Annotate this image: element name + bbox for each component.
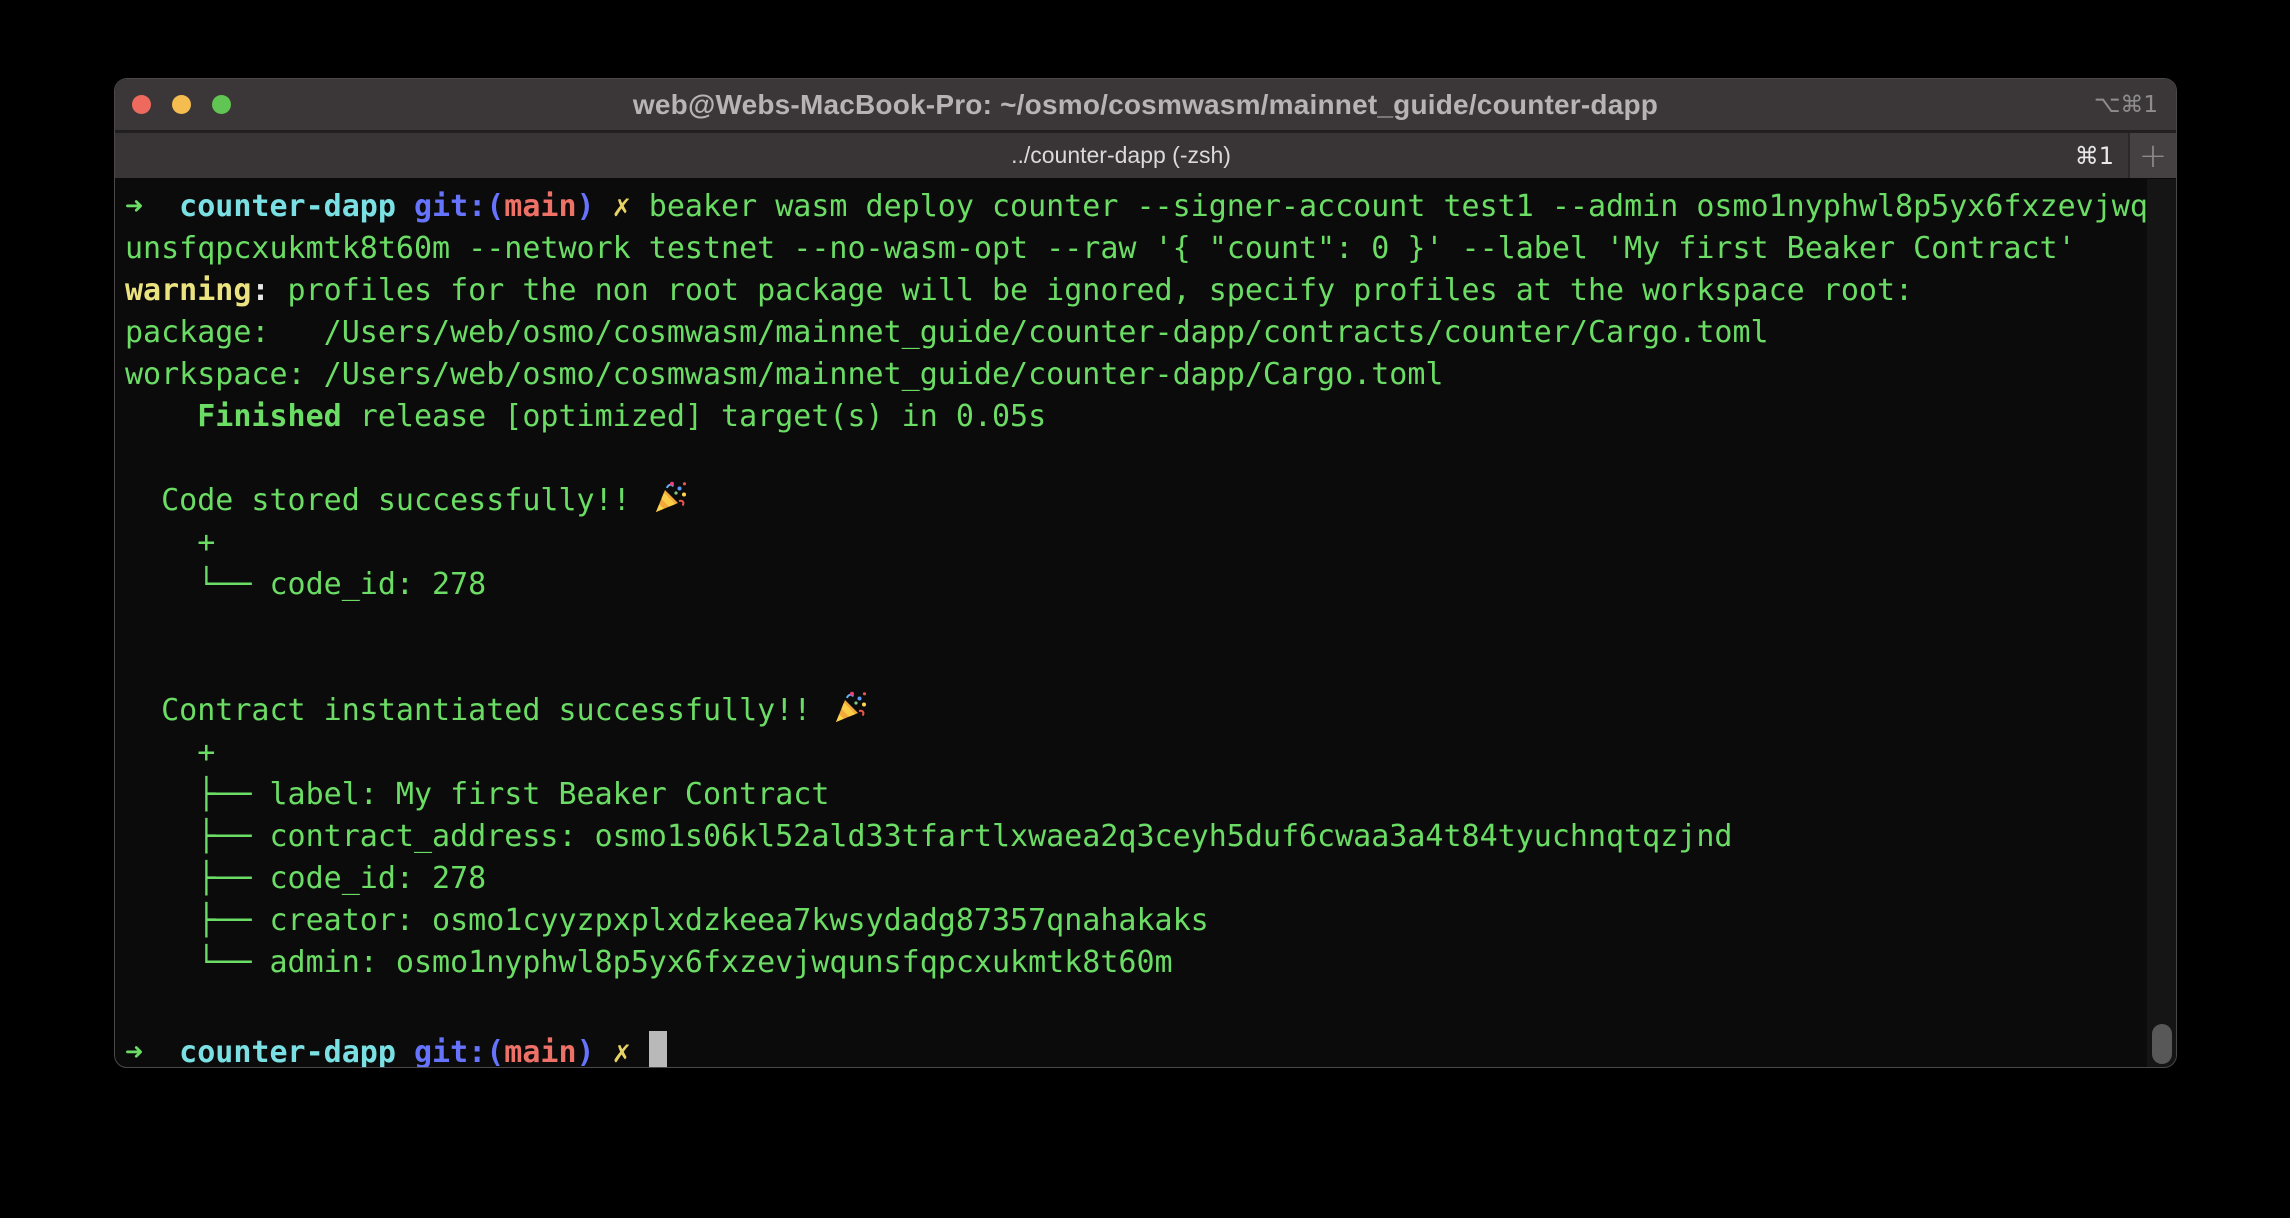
- terminal-line: Code stored successfully!!: [125, 480, 2176, 522]
- new-tab-button[interactable]: +: [2128, 133, 2176, 178]
- terminal-line: ➜ counter-dapp git:(main) ✗: [125, 1026, 2176, 1068]
- terminal-text-segment: [595, 189, 613, 224]
- terminal-text-segment: counter-dapp: [179, 1035, 396, 1069]
- terminal-line: unsfqpcxukmtk8t60m --network testnet --n…: [125, 228, 2176, 270]
- tab-bar: ../counter-dapp (-zsh) ⌘1 +: [115, 131, 2176, 178]
- terminal-text-segment: +: [125, 525, 215, 560]
- terminal-cursor: [649, 1031, 667, 1067]
- terminal-text-segment: [595, 1035, 613, 1069]
- tab-counter-dapp[interactable]: ../counter-dapp (-zsh): [115, 133, 2127, 178]
- terminal-text-segment: Code stored successfully!!: [125, 483, 649, 518]
- terminal-text-segment: counter-dapp: [179, 189, 396, 224]
- terminal-line: ├── label: My first Beaker Contract: [125, 774, 2176, 816]
- tab-label: ../counter-dapp (-zsh): [1011, 142, 1231, 169]
- terminal-text-segment: main: [504, 189, 576, 224]
- terminal-line: workspace: /Users/web/osmo/cosmwasm/main…: [125, 354, 2176, 396]
- tab-shortcut-label: ⌘1: [2075, 133, 2114, 178]
- terminal-line: Contract instantiated successfully!!: [125, 690, 2176, 732]
- terminal-text-segment: package: /Users/web/osmo/cosmwasm/mainne…: [125, 315, 1769, 350]
- terminal-content[interactable]: ➜ counter-dapp git:(main) ✗ beaker wasm …: [115, 179, 2176, 1067]
- terminal-text-segment: :: [251, 273, 269, 308]
- terminal-line: package: /Users/web/osmo/cosmwasm/mainne…: [125, 312, 2176, 354]
- terminal-line: ➜ counter-dapp git:(main) ✗ beaker wasm …: [125, 186, 2176, 228]
- terminal-text-segment: Finished: [125, 399, 342, 434]
- party-popper-icon: [831, 691, 867, 727]
- scrollbar-thumb[interactable]: [2152, 1024, 2172, 1064]
- terminal-line: ├── code_id: 278: [125, 858, 2176, 900]
- terminal-text-segment: └── admin: osmo1nyphwl8p5yx6fxzevjwqunsf…: [125, 945, 1173, 980]
- window-title: web@Webs-MacBook-Pro: ~/osmo/cosmwasm/ma…: [115, 79, 2176, 130]
- terminal-text-segment: ✗: [613, 1032, 631, 1069]
- terminal-text-segment: [396, 1035, 414, 1069]
- terminal-text-segment: ├── creator: osmo1cyyzpxplxdzkeea7kwsyda…: [125, 903, 1209, 938]
- terminal-line: [125, 984, 2176, 1026]
- terminal-line: warning: profiles for the non root packa…: [125, 270, 2176, 312]
- terminal-line: +: [125, 522, 2176, 564]
- terminal-text-segment: git:(: [414, 1035, 504, 1069]
- terminal-text-segment: [143, 1035, 179, 1069]
- terminal-line: [125, 438, 2176, 480]
- terminal-window: web@Webs-MacBook-Pro: ~/osmo/cosmwasm/ma…: [114, 78, 2177, 1068]
- terminal-text-segment: Contract instantiated successfully!!: [125, 693, 829, 728]
- terminal-text-segment: ): [577, 189, 595, 224]
- terminal-text-segment: beaker wasm deploy counter --signer-acco…: [631, 189, 2148, 224]
- scrollbar-track: [2147, 179, 2176, 1067]
- terminal-text-segment: ➜: [125, 1032, 143, 1069]
- terminal-line: +: [125, 732, 2176, 774]
- plus-icon: +: [2139, 136, 2168, 176]
- terminal-text-segment: unsfqpcxukmtk8t60m --network testnet --n…: [125, 231, 2076, 266]
- title-bar[interactable]: web@Webs-MacBook-Pro: ~/osmo/cosmwasm/ma…: [115, 79, 2176, 131]
- party-popper-icon: [651, 481, 687, 517]
- terminal-text-segment: ✗: [613, 186, 631, 228]
- terminal-line: ├── creator: osmo1cyyzpxplxdzkeea7kwsyda…: [125, 900, 2176, 942]
- terminal-text-segment: warning: [125, 273, 251, 308]
- terminal-text-segment: ├── label: My first Beaker Contract: [125, 777, 829, 812]
- terminal-text-segment: workspace: /Users/web/osmo/cosmwasm/main…: [125, 357, 1444, 392]
- terminal-line: [125, 606, 2176, 648]
- terminal-text-segment: [396, 189, 414, 224]
- terminal-text-segment: main: [504, 1035, 576, 1069]
- terminal-text-segment: ): [577, 1035, 595, 1069]
- terminal-text-segment: ├── code_id: 278: [125, 861, 486, 896]
- terminal-text-segment: release [optimized] target(s) in 0.05s: [342, 399, 1046, 434]
- window-shortcut-label: ⌥⌘1: [2094, 79, 2158, 130]
- terminal-text-segment: git:(: [414, 189, 504, 224]
- terminal-line: └── code_id: 278: [125, 564, 2176, 606]
- terminal-text-segment: profiles for the non root package will b…: [270, 273, 1914, 308]
- terminal-text-segment: [631, 1035, 649, 1069]
- terminal-line: └── admin: osmo1nyphwl8p5yx6fxzevjwqunsf…: [125, 942, 2176, 984]
- terminal-line: ├── contract_address: osmo1s06kl52ald33t…: [125, 816, 2176, 858]
- terminal-text-segment: ├── contract_address: osmo1s06kl52ald33t…: [125, 819, 1732, 854]
- terminal-text-segment: +: [125, 735, 215, 770]
- terminal-text-segment: [143, 189, 179, 224]
- terminal-text-segment: ➜: [125, 186, 143, 228]
- terminal-line: Finished release [optimized] target(s) i…: [125, 396, 2176, 438]
- terminal-line: [125, 648, 2176, 690]
- terminal-text-segment: └── code_id: 278: [125, 567, 486, 602]
